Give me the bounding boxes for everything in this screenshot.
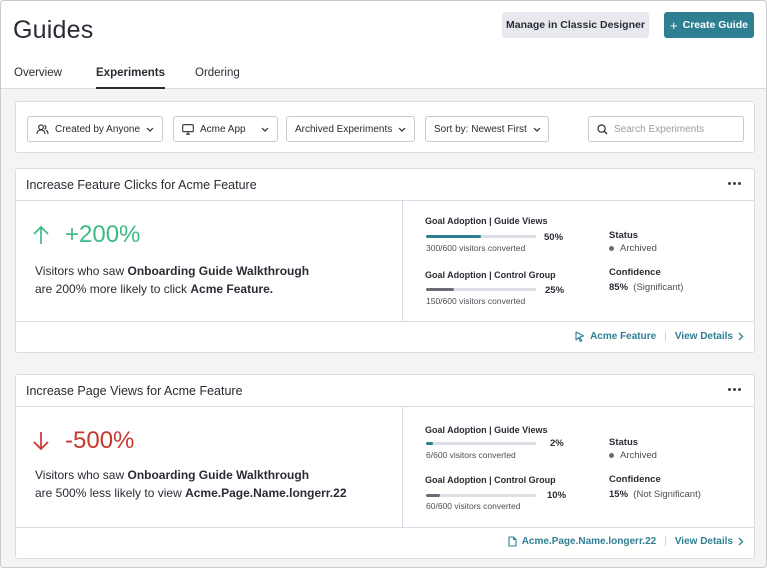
control-group-bar [426, 288, 536, 291]
create-guide-button[interactable]: + Create Guide [664, 12, 754, 38]
guide-views-metric-label: Goal Adoption | Guide Views [425, 216, 548, 226]
created-by-label: Created by Anyone [55, 123, 141, 135]
control-group-bar-fill [426, 288, 454, 291]
lift-value: +200% [65, 221, 141, 248]
guide-views-converted: 6/600 visitors converted [426, 450, 516, 460]
confidence-value: 85% (Significant) [609, 282, 684, 293]
card-footer-links: Acme Feature | View Details [575, 331, 744, 342]
target-name: Acme Feature. [190, 282, 274, 296]
more-options-icon[interactable] [728, 388, 741, 391]
archived-label: Archived Experiments [295, 123, 393, 135]
guide-views-bar-fill [426, 235, 481, 238]
experiment-card: Increase Feature Clicks for Acme Feature… [15, 168, 755, 353]
filter-bar: Created by Anyone Acme App Archived Expe… [15, 101, 755, 153]
lift-description: Visitors who saw Onboarding Guide Walkth… [35, 264, 310, 296]
chevron-down-icon [533, 127, 541, 132]
sort-dropdown[interactable]: Sort by: Newest First [425, 116, 549, 142]
app-label: Acme App [200, 123, 246, 135]
more-options-icon[interactable] [728, 182, 741, 185]
arrow-up-icon [32, 225, 50, 245]
search-box[interactable] [588, 116, 744, 142]
control-group-percent: 10% [547, 490, 567, 501]
arrow-down-icon [32, 431, 50, 451]
control-group-converted: 60/600 visitors converted [426, 501, 521, 511]
archived-experiments-dropdown[interactable]: Archived Experiments [286, 116, 415, 142]
target-feature-link[interactable]: Acme Feature [575, 331, 656, 342]
target-name: Acme.Page.Name.longerr.22 [185, 486, 347, 500]
tab-experiments[interactable]: Experiments [96, 67, 166, 89]
confidence-label: Confidence [609, 474, 661, 485]
target-page-link[interactable]: Acme.Page.Name.longerr.22 [508, 536, 656, 547]
guide-views-percent: 2% [550, 438, 564, 449]
status-dot-icon [609, 246, 614, 251]
create-guide-label: Create Guide [682, 19, 748, 31]
control-group-percent: 25% [545, 285, 565, 296]
chevron-right-icon [738, 537, 744, 546]
status-value: Archived [609, 243, 657, 254]
confidence-label: Confidence [609, 267, 661, 278]
guide-name: Onboarding Guide Walkthrough [127, 264, 310, 278]
tab-ordering[interactable]: Ordering [195, 67, 240, 89]
guide-views-bar [426, 442, 536, 445]
page-icon [508, 536, 517, 547]
experiment-card: Increase Page Views for Acme Feature -50… [15, 374, 755, 559]
experiment-title: Increase Page Views for Acme Feature [26, 384, 243, 398]
chevron-down-icon [398, 127, 406, 132]
search-icon [597, 123, 608, 135]
status-label: Status [609, 437, 639, 448]
manage-classic-designer-button[interactable]: Manage in Classic Designer [502, 12, 649, 38]
chevron-down-icon [261, 127, 269, 132]
search-input[interactable] [614, 123, 734, 135]
lift-summary: +200% [32, 221, 140, 249]
chevron-right-icon [738, 332, 744, 341]
chevron-down-icon [146, 127, 154, 132]
guide-views-converted: 300/600 visitors converted [426, 243, 526, 253]
sort-label: Sort by: Newest First [434, 123, 527, 135]
page-title: Guides [13, 16, 94, 44]
status-value: Archived [609, 450, 657, 461]
guide-views-bar [426, 235, 536, 238]
tab-overview[interactable]: Overview [14, 67, 62, 89]
users-icon [36, 123, 49, 135]
plus-icon: + [670, 17, 678, 33]
control-group-converted: 150/600 visitors converted [426, 296, 526, 306]
lift-summary: -500% [32, 427, 134, 455]
confidence-value: 15% (Not Significant) [609, 489, 701, 500]
guide-views-metric-label: Goal Adoption | Guide Views [425, 425, 548, 435]
guide-views-bar-fill [426, 442, 433, 445]
lift-description: Visitors who saw Onboarding Guide Walkth… [35, 468, 347, 500]
app-dropdown[interactable]: Acme App [173, 116, 278, 142]
cursor-icon [575, 331, 585, 342]
control-group-metric-label: Goal Adoption | Control Group [425, 270, 556, 280]
view-details-link[interactable]: View Details [675, 536, 744, 547]
app-frame: Guides Manage in Classic Designer + Crea… [0, 0, 767, 568]
card-footer-links: Acme.Page.Name.longerr.22 | View Details [508, 536, 744, 547]
control-group-bar-fill [426, 494, 441, 497]
page-header: Guides Manage in Classic Designer + Crea… [1, 1, 766, 89]
view-details-link[interactable]: View Details [675, 331, 744, 342]
created-by-dropdown[interactable]: Created by Anyone [27, 116, 163, 142]
guide-name: Onboarding Guide Walkthrough [127, 468, 310, 482]
control-group-metric-label: Goal Adoption | Control Group [425, 475, 556, 485]
experiment-title: Increase Feature Clicks for Acme Feature [26, 178, 257, 192]
control-group-bar [426, 494, 536, 497]
monitor-icon [182, 123, 194, 135]
status-dot-icon [609, 453, 614, 458]
status-label: Status [609, 230, 639, 241]
guide-views-percent: 50% [544, 232, 564, 243]
lift-value: -500% [65, 427, 135, 454]
